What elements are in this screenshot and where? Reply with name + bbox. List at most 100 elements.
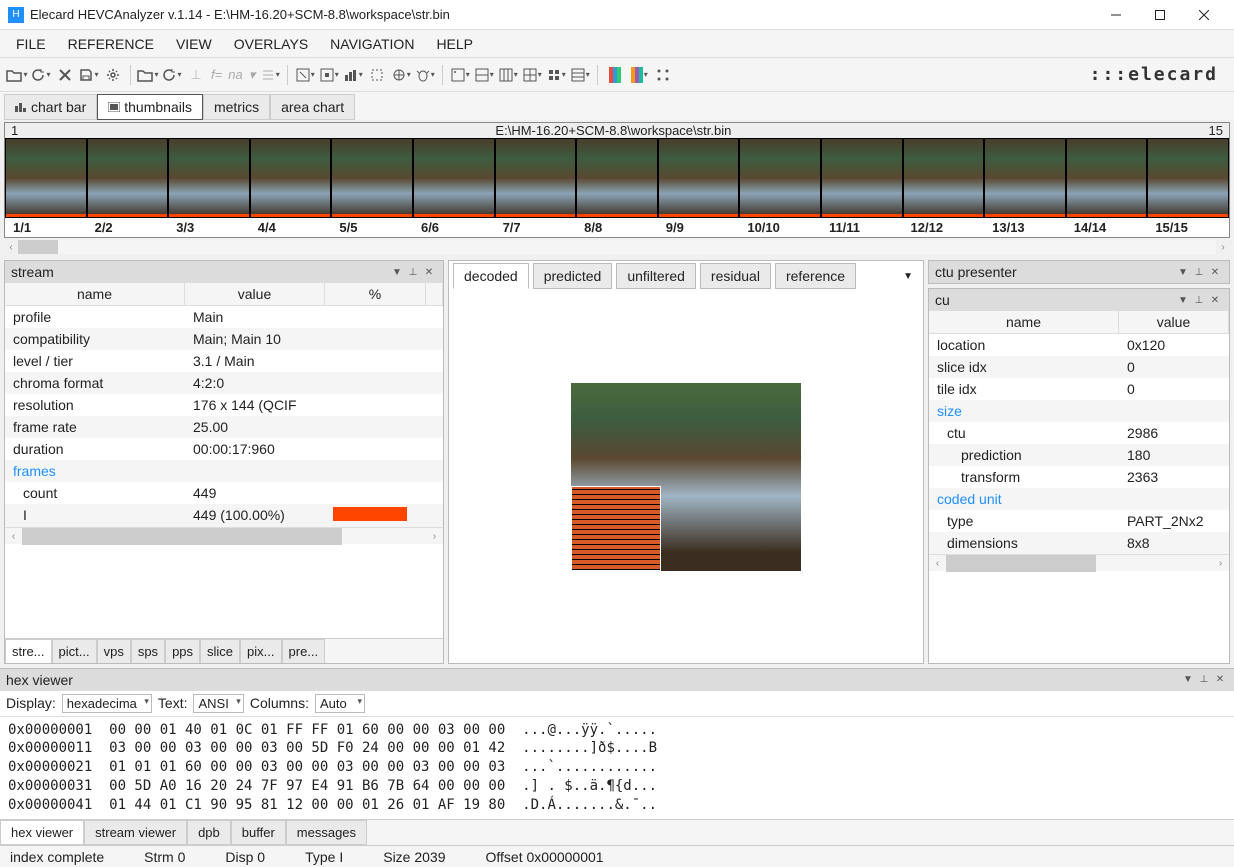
pin-icon[interactable]: ⊥ — [1191, 267, 1207, 278]
overlay2-icon[interactable] — [318, 64, 340, 86]
thumbnail-frame[interactable] — [1147, 138, 1229, 218]
bottomtab-streamviewer[interactable]: stream viewer — [84, 820, 187, 845]
col-name[interactable]: name — [5, 283, 185, 305]
menu-navigation[interactable]: NAVIGATION — [320, 32, 424, 56]
table-row[interactable]: prediction180 — [929, 444, 1229, 466]
table-row[interactable]: duration00:00:17:960 — [5, 438, 443, 460]
bug-icon[interactable] — [414, 64, 436, 86]
subtab-stream[interactable]: stre... — [5, 639, 52, 663]
thumbnail-frame[interactable] — [87, 138, 169, 218]
dots-icon[interactable] — [652, 64, 674, 86]
scroll-right-icon[interactable]: › — [1216, 242, 1230, 253]
thumbnail-frame[interactable] — [1066, 138, 1148, 218]
bottomtab-buffer[interactable]: buffer — [231, 820, 286, 845]
pin-icon[interactable]: ⊥ — [185, 64, 207, 86]
preview-area[interactable] — [449, 291, 923, 663]
table-row[interactable]: dimensions8x8 — [929, 532, 1229, 554]
pin-icon[interactable]: ⊥ — [405, 267, 421, 278]
ref-reload-icon[interactable] — [161, 64, 183, 86]
filter-icon[interactable]: ▼ — [903, 271, 919, 282]
hex-dump[interactable]: 0x00000001 00 00 01 40 01 0C 01 FF FF 01… — [0, 717, 1234, 819]
ctu-overlay[interactable] — [571, 486, 661, 571]
col-value[interactable]: value — [185, 283, 325, 305]
thumbnail-frame[interactable] — [576, 138, 658, 218]
table-row[interactable]: location0x120 — [929, 334, 1229, 356]
thumbnail-frame[interactable] — [903, 138, 985, 218]
tab-residual[interactable]: residual — [700, 263, 771, 289]
subtab-pixel[interactable]: pix... — [240, 639, 281, 663]
grid2-icon[interactable] — [473, 64, 495, 86]
save-icon[interactable] — [78, 64, 100, 86]
dropdown-icon[interactable]: ▼ — [389, 267, 405, 278]
thumb-scrollbar[interactable]: ‹ › — [0, 238, 1234, 256]
table-row[interactable]: typePART_2Nx2 — [929, 510, 1229, 532]
close-button[interactable] — [1182, 0, 1226, 29]
menu-help[interactable]: HELP — [426, 32, 483, 56]
tab-metrics[interactable]: metrics — [203, 94, 270, 120]
dropdown-icon[interactable]: ▼ — [1175, 295, 1191, 306]
scroll-thumb[interactable] — [18, 240, 58, 254]
hscrollbar[interactable]: ‹› — [929, 554, 1229, 571]
settings-icon[interactable] — [102, 64, 124, 86]
close-icon[interactable]: ✕ — [1207, 295, 1223, 306]
col-name[interactable]: name — [929, 311, 1119, 333]
minimize-button[interactable] — [1094, 0, 1138, 29]
scroll-track[interactable] — [18, 240, 1216, 254]
subtab-picture[interactable]: pict... — [52, 639, 97, 663]
tab-area[interactable]: area chart — [270, 94, 355, 120]
thumbnail-frame[interactable] — [331, 138, 413, 218]
tab-thumbnails[interactable]: thumbnails — [97, 94, 203, 120]
bottomtab-dpb[interactable]: dpb — [187, 820, 231, 845]
menu-overlays[interactable]: OVERLAYS — [224, 32, 318, 56]
target-icon[interactable] — [390, 64, 412, 86]
grid4-icon[interactable] — [521, 64, 543, 86]
table-row[interactable]: coded unit — [929, 488, 1229, 510]
subtab-prediction[interactable]: pre... — [282, 639, 326, 663]
scroll-left-icon[interactable]: ‹ — [4, 242, 18, 253]
chart-icon[interactable] — [342, 64, 364, 86]
table-row[interactable]: resolution176 x 144 (QCIF — [5, 394, 443, 416]
tab-reference[interactable]: reference — [775, 263, 856, 289]
menu-view[interactable]: VIEW — [166, 32, 222, 56]
menu-reference[interactable]: REFERENCE — [58, 32, 164, 56]
table-row[interactable]: size — [929, 400, 1229, 422]
thumbnail-strip[interactable] — [5, 138, 1229, 218]
bottomtab-messages[interactable]: messages — [286, 820, 367, 845]
table-row[interactable]: frames — [5, 460, 443, 482]
close-icon[interactable]: ✕ — [1212, 674, 1228, 685]
thumbnail-frame[interactable] — [413, 138, 495, 218]
tab-predicted[interactable]: predicted — [533, 263, 613, 289]
list-icon[interactable] — [259, 64, 281, 86]
table-row[interactable]: ctu2986 — [929, 422, 1229, 444]
maximize-button[interactable] — [1138, 0, 1182, 29]
thumbnail-frame[interactable] — [168, 138, 250, 218]
table-row[interactable]: transform2363 — [929, 466, 1229, 488]
subtab-slice[interactable]: slice — [200, 639, 240, 663]
bottomtab-hex[interactable]: hex viewer — [0, 820, 84, 845]
thumbnail-frame[interactable] — [250, 138, 332, 218]
table-row[interactable]: profileMain — [5, 306, 443, 328]
tab-decoded[interactable]: decoded — [453, 263, 529, 289]
palette2-icon[interactable] — [628, 64, 650, 86]
table-row[interactable]: chroma format4:2:0 — [5, 372, 443, 394]
thumbnail-frame[interactable] — [5, 138, 87, 218]
thumbnail-frame[interactable] — [984, 138, 1066, 218]
dropdown-icon[interactable]: ▼ — [1175, 267, 1191, 278]
table-row[interactable]: count449 — [5, 482, 443, 504]
table-row[interactable]: frame rate25.00 — [5, 416, 443, 438]
table-row[interactable]: level / tier3.1 / Main — [5, 350, 443, 372]
pin-icon[interactable]: ⊥ — [1191, 295, 1207, 306]
subtab-sps[interactable]: sps — [131, 639, 165, 663]
grid3-icon[interactable] — [497, 64, 519, 86]
close-icon[interactable]: ✕ — [421, 267, 437, 278]
pin-icon[interactable]: ⊥ — [1196, 674, 1212, 685]
tab-chartbar[interactable]: chart bar — [4, 94, 97, 120]
grid5-icon[interactable] — [545, 64, 567, 86]
dropdown-icon[interactable]: ▼ — [1180, 674, 1196, 685]
thumbnail-frame[interactable] — [739, 138, 821, 218]
overlay1-icon[interactable] — [294, 64, 316, 86]
close-file-icon[interactable] — [54, 64, 76, 86]
reload-icon[interactable] — [30, 64, 52, 86]
thumbnail-frame[interactable] — [658, 138, 740, 218]
text-select[interactable]: ANSI — [193, 694, 243, 713]
